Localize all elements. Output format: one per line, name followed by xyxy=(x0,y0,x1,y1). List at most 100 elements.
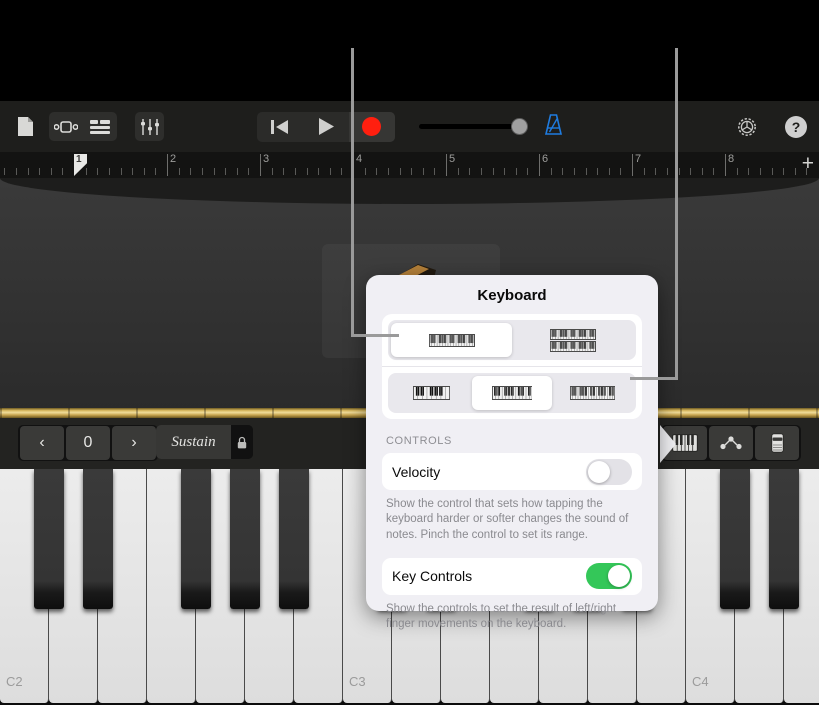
document-icon[interactable] xyxy=(11,112,40,141)
black-key[interactable] xyxy=(720,469,750,609)
ruler-tick xyxy=(492,168,494,175)
layout-options-row xyxy=(382,314,642,367)
velocity-toggle[interactable] xyxy=(586,458,632,485)
ruler-tick xyxy=(701,168,703,175)
view-toggle-group xyxy=(49,112,117,141)
ruler-tick xyxy=(562,168,564,175)
size-segmented-control xyxy=(388,373,636,413)
gear-icon[interactable] xyxy=(732,112,761,141)
ruler-tick xyxy=(341,168,343,175)
metronome-icon[interactable] xyxy=(544,113,563,140)
key-controls-label: Key Controls xyxy=(392,568,473,585)
ruler-tick xyxy=(527,168,529,175)
velocity-toggle-knob xyxy=(588,460,610,483)
sustain-group: Sustain xyxy=(156,425,253,459)
key-controls-toggle[interactable] xyxy=(586,563,632,590)
callout-line-right-vertical xyxy=(675,48,678,379)
ruler-tick xyxy=(550,168,552,175)
playhead-bar-number: 1 xyxy=(76,154,82,165)
keyboard-glyph xyxy=(549,328,596,352)
ruler-tick xyxy=(62,168,64,175)
black-key[interactable] xyxy=(181,469,211,609)
black-key[interactable] xyxy=(769,469,799,609)
rewind-icon[interactable] xyxy=(257,112,303,142)
ruler-bar-line xyxy=(632,154,633,176)
help-button[interactable]: ? xyxy=(785,115,807,138)
octave-control-group: ‹ 0 › xyxy=(18,425,158,461)
ruler-tick xyxy=(213,168,215,175)
ruler-tick xyxy=(643,168,645,175)
list-view-icon[interactable] xyxy=(83,112,117,141)
fader-icon[interactable] xyxy=(755,426,799,460)
ruler-tick xyxy=(190,168,192,175)
octave-up-button[interactable]: › xyxy=(112,426,156,460)
keyboard-settings-popover: Keyboard CONTROLS Velocity Show the cont… xyxy=(366,275,658,630)
ruler-tick xyxy=(85,168,87,175)
ruler-bar-line xyxy=(725,154,726,176)
keyboard-glyph xyxy=(491,386,533,400)
velocity-row[interactable]: Velocity xyxy=(382,453,642,490)
timeline-ruler[interactable]: 2 3 4 5 6 7 8 1 + xyxy=(0,152,819,178)
many-keys-option[interactable] xyxy=(552,376,633,410)
record-dot xyxy=(362,117,381,136)
ruler-tick xyxy=(608,168,610,175)
record-button[interactable] xyxy=(348,111,395,142)
toolbar-left-group xyxy=(0,112,164,141)
lock-icon[interactable] xyxy=(231,425,253,459)
ruler-tick xyxy=(15,168,17,175)
sustain-button[interactable]: Sustain xyxy=(156,425,231,459)
ruler-bar-number: 8 xyxy=(728,153,735,165)
key-controls-description: Show the controls to set the result of l… xyxy=(386,602,617,631)
ruler-tick xyxy=(783,168,785,175)
add-section-button[interactable]: + xyxy=(802,153,814,175)
key-controls-row[interactable]: Key Controls xyxy=(382,557,642,595)
ruler-tick xyxy=(585,168,587,175)
chords-icon[interactable] xyxy=(709,426,753,460)
keyboard-glyph xyxy=(570,386,616,400)
black-key[interactable] xyxy=(279,469,309,609)
ruler-tick xyxy=(678,168,680,175)
ruler-tick xyxy=(97,168,99,175)
single-keyboard-option[interactable] xyxy=(391,323,512,357)
ruler-tick xyxy=(713,168,715,175)
volume-slider[interactable] xyxy=(418,118,528,135)
few-keys-option[interactable] xyxy=(391,376,472,410)
ruler-tick xyxy=(178,168,180,175)
ruler-tick xyxy=(27,168,29,175)
octave-down-button[interactable]: ‹ xyxy=(20,426,64,460)
ruler-bar-number: 5 xyxy=(449,153,456,165)
popover-title: Keyboard xyxy=(477,287,547,304)
controls-section-label: CONTROLS xyxy=(386,435,452,447)
transport-group xyxy=(256,111,395,142)
key-controls-toggle-knob xyxy=(608,565,630,588)
medium-keys-option[interactable] xyxy=(471,376,553,410)
double-keyboard-option[interactable] xyxy=(512,323,633,357)
mixer-icon[interactable] xyxy=(135,112,164,141)
ruler-tick xyxy=(236,168,238,175)
octave-value: 0 xyxy=(66,426,110,460)
tracks-view-icon[interactable] xyxy=(49,112,83,141)
ruler-tick xyxy=(748,168,750,175)
callout-line-left-vertical xyxy=(351,48,354,336)
ruler-tick xyxy=(108,168,110,175)
ruler-tick xyxy=(50,168,52,175)
ruler-tick xyxy=(283,168,285,175)
black-key[interactable] xyxy=(230,469,260,609)
black-key[interactable] xyxy=(83,469,113,609)
ruler-tick xyxy=(318,168,320,175)
ruler-tick xyxy=(504,168,506,175)
ruler-tick xyxy=(155,168,157,175)
ruler-bar-line xyxy=(539,154,540,176)
play-icon[interactable] xyxy=(303,112,349,142)
ruler-tick xyxy=(597,168,599,175)
ruler-tick xyxy=(306,168,308,175)
ruler-tick xyxy=(666,168,668,175)
ruler-tick xyxy=(411,168,413,175)
ruler-tick xyxy=(469,168,471,175)
key-label: C4 xyxy=(692,674,709,689)
ruler-bar-line xyxy=(446,154,447,176)
volume-knob[interactable] xyxy=(510,118,528,135)
keyboard-glyph xyxy=(428,333,475,347)
ruler-tick xyxy=(794,168,796,175)
black-key[interactable] xyxy=(34,469,64,609)
